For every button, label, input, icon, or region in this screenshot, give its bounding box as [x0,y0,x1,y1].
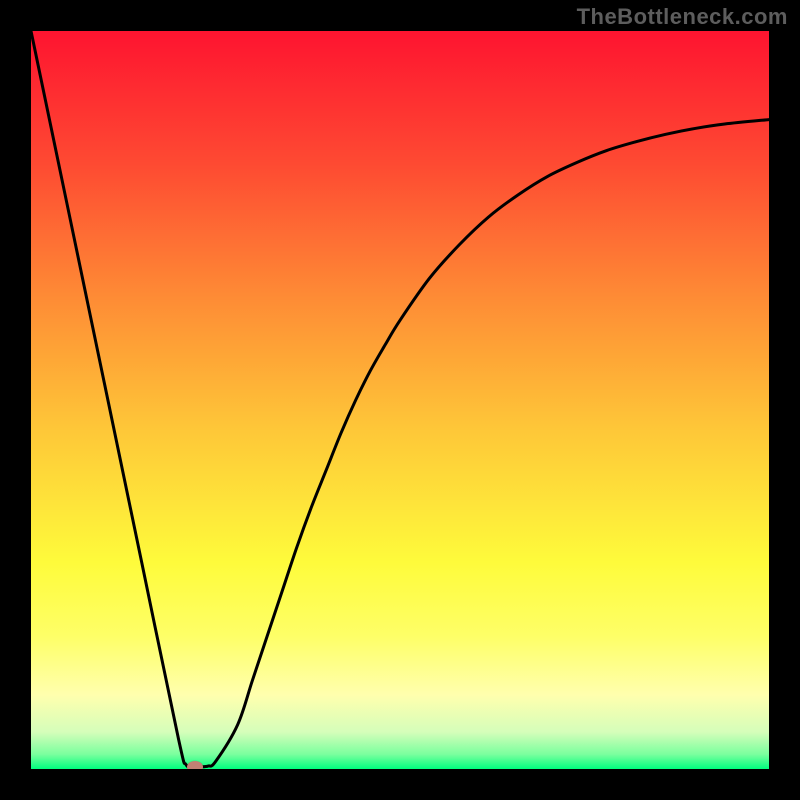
plot-area [31,31,769,769]
curve-line [31,31,769,769]
watermark-text: TheBottleneck.com [577,4,788,30]
chart-frame: TheBottleneck.com [0,0,800,800]
min-marker [187,761,203,769]
